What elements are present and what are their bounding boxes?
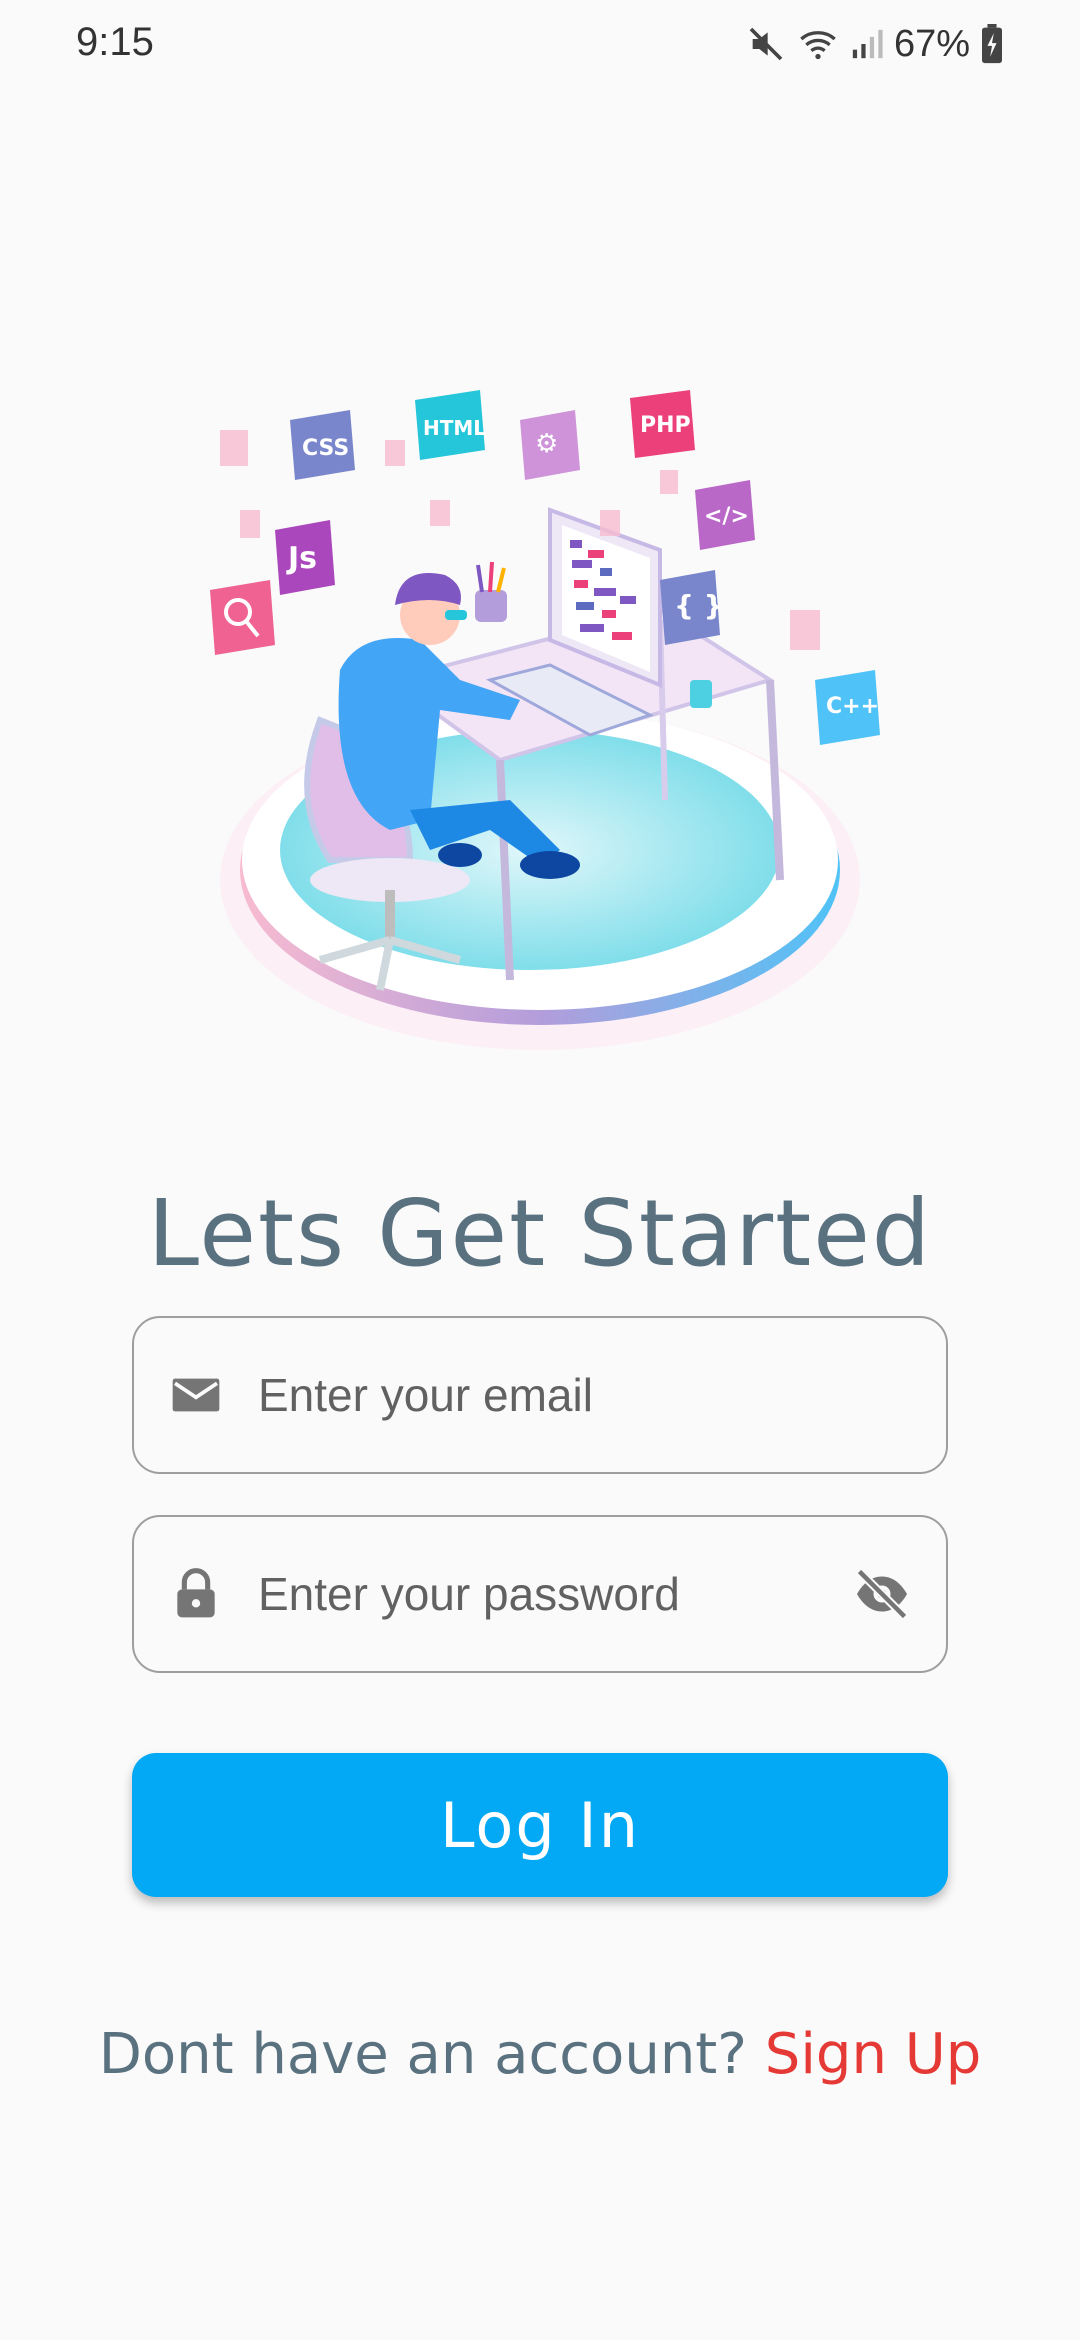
battery-icon bbox=[982, 24, 1002, 64]
battery-percent: 67% bbox=[893, 22, 970, 65]
signup-row: Dont have an account? Sign Up bbox=[0, 2022, 1080, 2087]
svg-text:PHP: PHP bbox=[640, 413, 691, 438]
password-field[interactable] bbox=[132, 1515, 948, 1673]
login-screen: 9:15 67% CSS HTML PHP ⚙ Js </> {} C++ L… bbox=[0, 0, 1080, 2340]
signup-prompt: Dont have an account? bbox=[98, 2022, 765, 2087]
signal-icon bbox=[852, 29, 883, 59]
svg-text:Js: Js bbox=[286, 541, 317, 576]
developer-illustration: CSS HTML PHP ⚙ Js </> { } C++ bbox=[210, 390, 880, 1050]
wifi-icon bbox=[800, 31, 836, 60]
status-bar: 9:15 67% bbox=[0, 0, 1080, 90]
eye-off-icon[interactable] bbox=[852, 1564, 912, 1624]
svg-text:⚙: ⚙ bbox=[535, 429, 558, 459]
status-time: 9:15 bbox=[76, 20, 154, 64]
status-icons: 67% bbox=[746, 20, 1004, 68]
lock-icon bbox=[177, 1568, 215, 1618]
email-input[interactable] bbox=[258, 1318, 818, 1472]
mail-icon bbox=[172, 1378, 220, 1412]
mute-icon bbox=[749, 27, 783, 61]
login-button[interactable]: Log In bbox=[132, 1753, 948, 1897]
password-input[interactable] bbox=[258, 1517, 818, 1671]
email-field[interactable] bbox=[132, 1316, 948, 1474]
page-title: Lets Get Started bbox=[147, 1180, 933, 1287]
svg-text:C++: C++ bbox=[826, 694, 879, 719]
signup-link[interactable]: Sign Up bbox=[765, 2022, 981, 2087]
svg-text:HTML: HTML bbox=[423, 416, 486, 440]
svg-text:{ }: { } bbox=[674, 589, 724, 622]
svg-text:</>: </> bbox=[704, 504, 749, 529]
svg-text:CSS: CSS bbox=[302, 436, 349, 461]
